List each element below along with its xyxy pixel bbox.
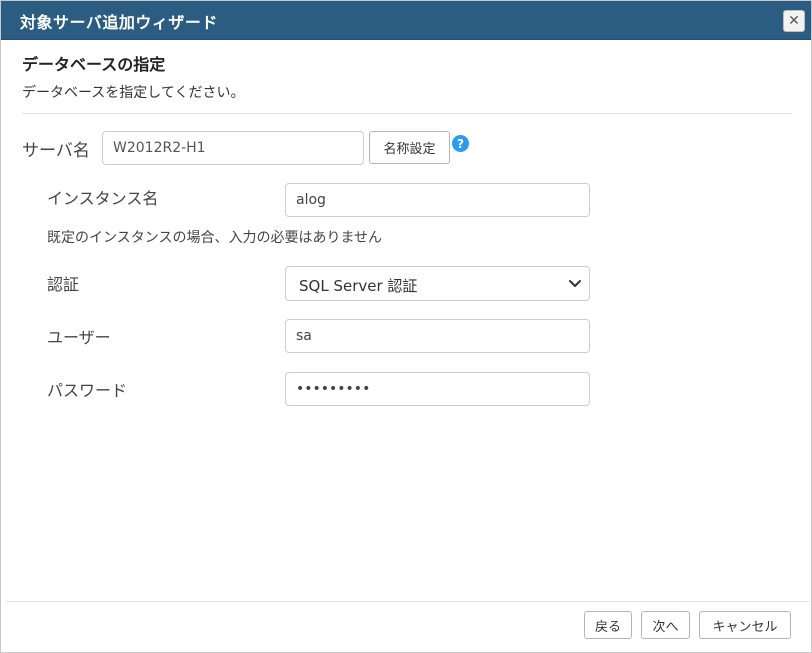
- step-description: データベースを指定してください。: [22, 85, 245, 101]
- close-icon: ✕: [788, 13, 800, 29]
- instance-name-label: インスタンス名: [47, 189, 159, 208]
- server-name-label: サーバ名: [22, 141, 90, 161]
- chevron-down-icon: [569, 280, 581, 287]
- footer-divider: [6, 601, 809, 602]
- auth-select-value: SQL Server 認証: [299, 277, 418, 295]
- next-button[interactable]: 次へ: [641, 611, 690, 639]
- close-button[interactable]: ✕: [783, 10, 805, 32]
- dialog-titlebar[interactable]: 対象サーバ追加ウィザード ✕: [1, 1, 811, 40]
- back-button[interactable]: 戻る: [584, 611, 632, 639]
- dialog-title: 対象サーバ追加ウィザード: [20, 13, 218, 32]
- user-input[interactable]: [285, 319, 590, 353]
- name-setting-button[interactable]: 名称設定: [369, 131, 450, 164]
- header-divider: [22, 113, 792, 114]
- instance-note: 既定のインスタンスの場合、入力の必要はありません: [47, 230, 383, 246]
- help-icon[interactable]: ?: [452, 135, 469, 152]
- cancel-button[interactable]: キャンセル: [699, 611, 791, 639]
- user-label: ユーザー: [47, 328, 111, 347]
- server-name-field[interactable]: [102, 131, 364, 165]
- wizard-dialog: 対象サーバ追加ウィザード ✕ データベースの指定 データベースを指定してください…: [0, 0, 812, 653]
- step-heading: データベースの指定: [22, 55, 166, 74]
- auth-label: 認証: [47, 275, 80, 294]
- password-label: パスワード: [47, 381, 128, 400]
- auth-select[interactable]: SQL Server 認証: [285, 266, 590, 301]
- password-input[interactable]: [285, 372, 590, 406]
- instance-name-input[interactable]: [285, 183, 590, 217]
